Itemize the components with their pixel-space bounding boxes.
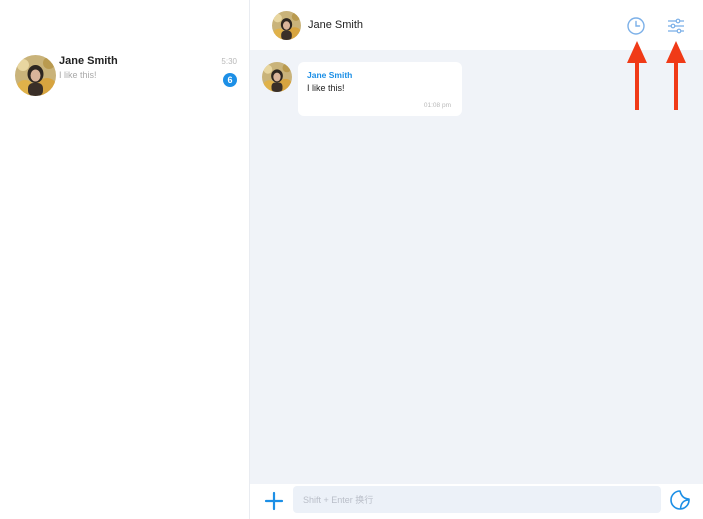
conversation-name: Jane Smith — [59, 55, 118, 67]
unread-badge: 6 — [223, 73, 237, 87]
avatar-image — [272, 11, 301, 40]
history-button[interactable] — [626, 16, 646, 36]
message-list[interactable]: Jane Smith I like this! 01:08 pm — [250, 50, 703, 484]
annotation-arrow-icon — [626, 41, 648, 111]
message-composer — [250, 484, 703, 519]
sticker-button[interactable] — [669, 489, 691, 511]
conversation-preview: I like this! — [59, 70, 97, 80]
chat-contact-name: Jane Smith — [308, 19, 364, 31]
message-text: I like this! — [307, 83, 345, 93]
plus-icon — [264, 491, 284, 511]
clock-icon — [627, 17, 645, 35]
message-input[interactable] — [293, 486, 661, 513]
avatar-image — [15, 55, 56, 96]
message-sender: Jane Smith — [307, 70, 353, 80]
avatar[interactable] — [272, 11, 301, 40]
conversation-list: Jane Smith 5:30 I like this! 6 — [0, 0, 250, 519]
add-attachment-button[interactable] — [263, 490, 285, 512]
avatar — [15, 55, 56, 96]
sticker-icon — [670, 490, 690, 510]
message-time: 01:08 pm — [423, 102, 451, 109]
settings-button[interactable] — [666, 16, 686, 36]
conversation-time: 5:30 — [221, 57, 237, 66]
avatar-image — [262, 62, 292, 92]
avatar[interactable] — [262, 62, 292, 92]
message-bubble[interactable]: Jane Smith I like this! 01:08 pm — [298, 62, 462, 116]
sliders-icon — [668, 18, 684, 34]
annotation-arrow-icon — [665, 41, 687, 111]
conversation-item[interactable]: Jane Smith 5:30 I like this! 6 — [0, 50, 249, 105]
